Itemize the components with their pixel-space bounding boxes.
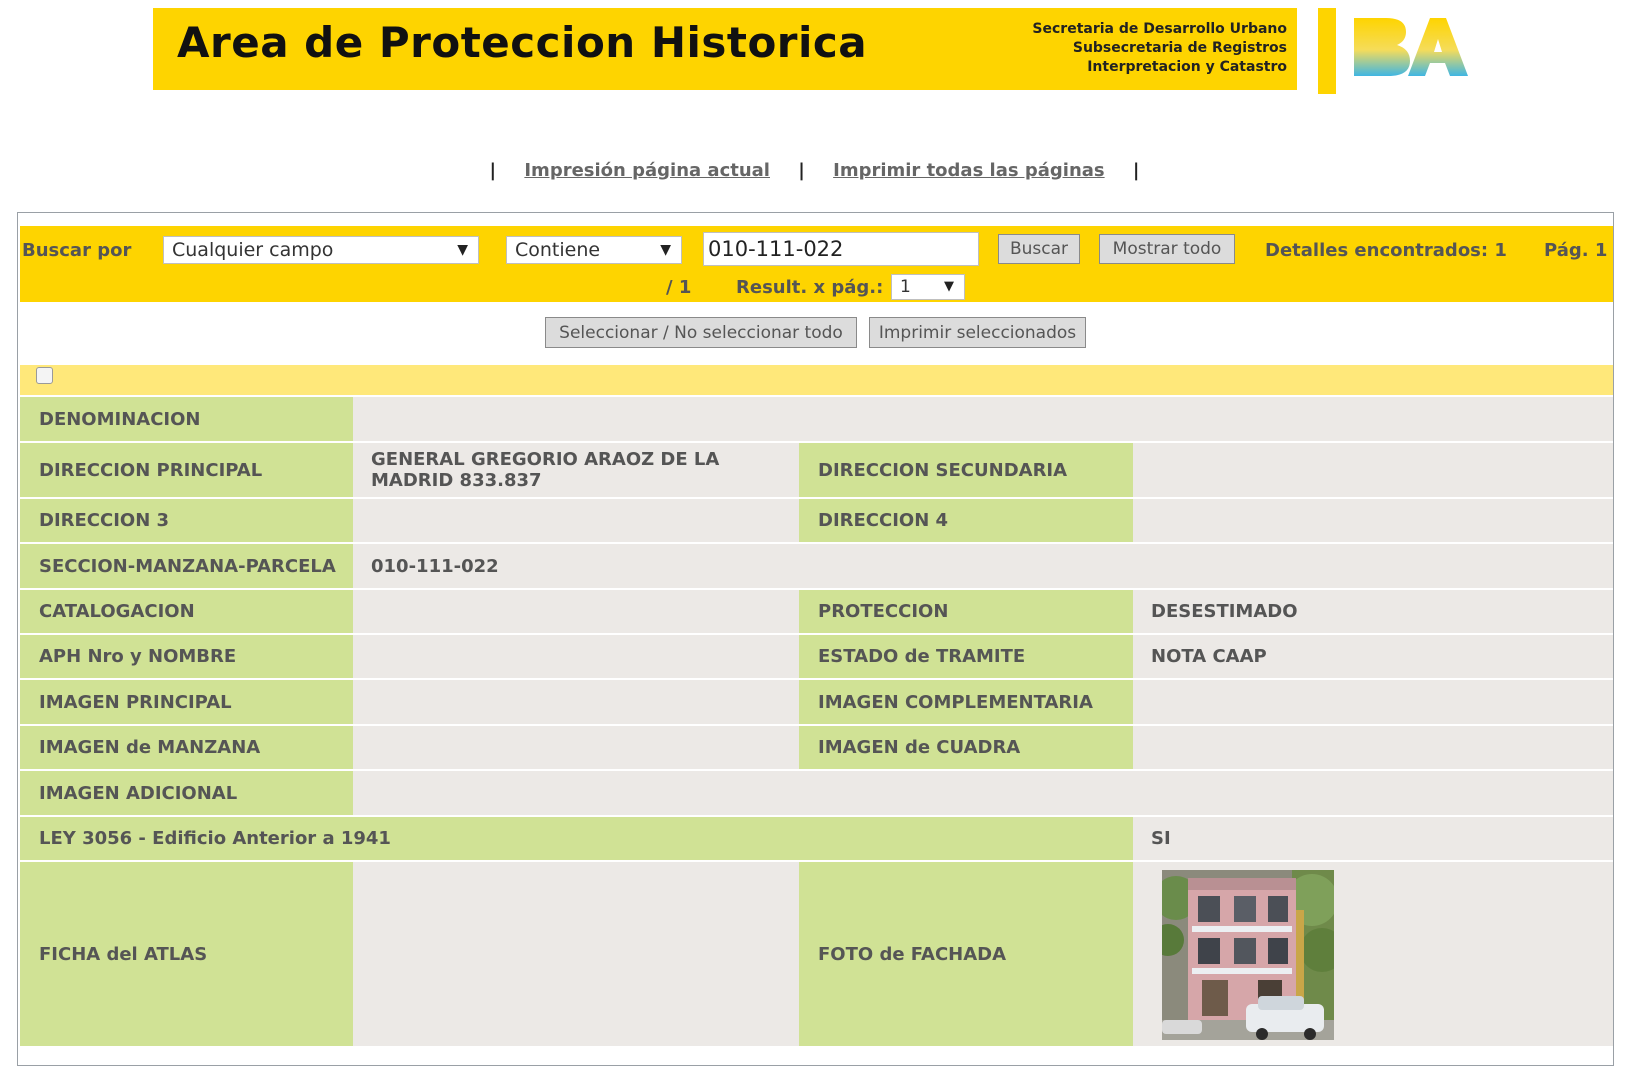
chevron-down-icon: ▼ [660,242,671,258]
org-info: Secretaria de Desarrollo Urbano Subsecre… [1032,20,1287,77]
foto-fachada-label: FOTO de FACHADA [799,862,1133,1046]
results-found-count: Detalles encontrados: 1 [1265,240,1507,261]
imagen-principal-value [353,680,799,724]
page-total: / 1 [666,277,692,298]
table-row: DIRECCION PRINCIPAL GENERAL GREGORIO ARA… [20,443,1613,499]
print-links: | Impresión página actual | Imprimir tod… [0,160,1629,181]
imagen-cuadra-value [1133,726,1613,769]
results-panel: Buscar por Cualquier campo ▼ Contiene ▼ … [17,212,1614,1066]
record-checkbox[interactable] [36,367,53,384]
search-operator-select-value: Contiene [515,239,601,261]
imagen-manzana-label: IMAGEN de MANZANA [20,726,353,769]
search-by-label: Buscar por [22,240,132,261]
search-input[interactable] [703,232,979,266]
ba-logo-icon [1354,18,1468,76]
header-banner: Area de Proteccion Historica Secretaria … [153,8,1297,90]
table-row: FICHA del ATLAS FOTO de FACHADA [20,862,1613,1046]
ley-3056-label: LEY 3056 - Edificio Anterior a 1941 [20,817,1133,860]
direccion-principal-value: GENERAL GREGORIO ARAOZ DE LA MADRID 833.… [371,449,720,491]
imagen-complementaria-label: IMAGEN COMPLEMENTARIA [799,680,1133,724]
proteccion-value: DESESTIMADO [1151,601,1298,622]
catalogacion-label: CATALOGACION [20,590,353,633]
search-operator-select[interactable]: Contiene ▼ [506,236,682,264]
print-current-page-link[interactable]: Impresión página actual [524,160,770,181]
show-all-button[interactable]: Mostrar todo [1099,234,1235,264]
chevron-down-icon: ▼ [457,242,468,258]
table-row: IMAGEN PRINCIPAL IMAGEN COMPLEMENTARIA [20,680,1613,726]
facade-photo[interactable] [1162,870,1334,1040]
imagen-cuadra-label: IMAGEN de CUADRA [799,726,1133,769]
search-field-select-value: Cualquier campo [172,239,334,261]
table-row: SECCION-MANZANA-PARCELA 010-111-022 [20,544,1613,590]
print-selected-button[interactable]: Imprimir seleccionados [869,317,1086,348]
direccion-3-label: DIRECCION 3 [20,499,353,542]
logo-divider-bar [1318,8,1336,94]
imagen-manzana-value [353,726,799,769]
direccion-3-value [353,499,799,542]
proteccion-label: PROTECCION [799,590,1133,633]
direccion-4-value [1133,499,1613,542]
table-row: DENOMINACION [20,397,1613,443]
org-line-1: Secretaria de Desarrollo Urbano [1032,21,1287,37]
aph-value [353,635,799,678]
table-row: IMAGEN ADICIONAL [20,771,1613,817]
search-field-select[interactable]: Cualquier campo ▼ [163,236,479,264]
imagen-adicional-value [353,771,1613,815]
direccion-principal-label: DIRECCION PRINCIPAL [20,443,353,497]
ley-3056-value: SI [1151,828,1171,849]
table-row: CATALOGACION PROTECCION DESESTIMADO [20,590,1613,635]
direccion-4-label: DIRECCION 4 [799,499,1133,542]
search-button[interactable]: Buscar [998,234,1080,264]
seccion-manzana-parcela-label: SECCION-MANZANA-PARCELA [20,544,353,588]
imagen-adicional-label: IMAGEN ADICIONAL [20,771,353,815]
ficha-atlas-label: FICHA del ATLAS [20,862,353,1046]
results-per-page-select[interactable]: 1 ▼ [891,274,965,300]
page-title: Area de Proteccion Historica [177,18,868,67]
search-bar: Buscar por Cualquier campo ▼ Contiene ▼ … [20,226,1613,302]
imagen-principal-label: IMAGEN PRINCIPAL [20,680,353,724]
page-indicator: Pág. 1 [1544,240,1608,261]
direccion-secundaria-value [1133,443,1613,497]
results-per-page-label: Result. x pág.: [736,277,884,298]
table-row: IMAGEN de MANZANA IMAGEN de CUADRA [20,726,1613,771]
ficha-atlas-value [353,862,799,1046]
link-separator: | [1132,160,1140,181]
table-row: LEY 3056 - Edificio Anterior a 1941 SI [20,817,1613,862]
org-line-2: Subsecretaria de Registros [1072,40,1287,56]
results-per-page-select-value: 1 [900,277,911,297]
denominacion-label: DENOMINACION [20,397,353,441]
aph-label: APH Nro y NOMBRE [20,635,353,678]
imagen-complementaria-value [1133,680,1613,724]
estado-tramite-label: ESTADO de TRAMITE [799,635,1133,678]
link-separator: | [489,160,497,181]
denominacion-value [353,397,1613,441]
seccion-manzana-parcela-value: 010-111-022 [371,555,499,577]
catalogacion-value [353,590,799,633]
print-all-pages-link[interactable]: Imprimir todas las páginas [833,160,1105,181]
table-row: APH Nro y NOMBRE ESTADO de TRAMITE NOTA … [20,635,1613,680]
direccion-secundaria-label: DIRECCION SECUNDARIA [799,443,1133,497]
link-separator: | [798,160,805,181]
record-select-row [20,365,1613,395]
select-all-toggle-button[interactable]: Seleccionar / No seleccionar todo [545,317,857,348]
org-line-3: Interpretacion y Catastro [1087,59,1287,75]
estado-tramite-value: NOTA CAAP [1151,646,1267,667]
chevron-down-icon: ▼ [944,279,954,294]
table-row: DIRECCION 3 DIRECCION 4 [20,499,1613,544]
